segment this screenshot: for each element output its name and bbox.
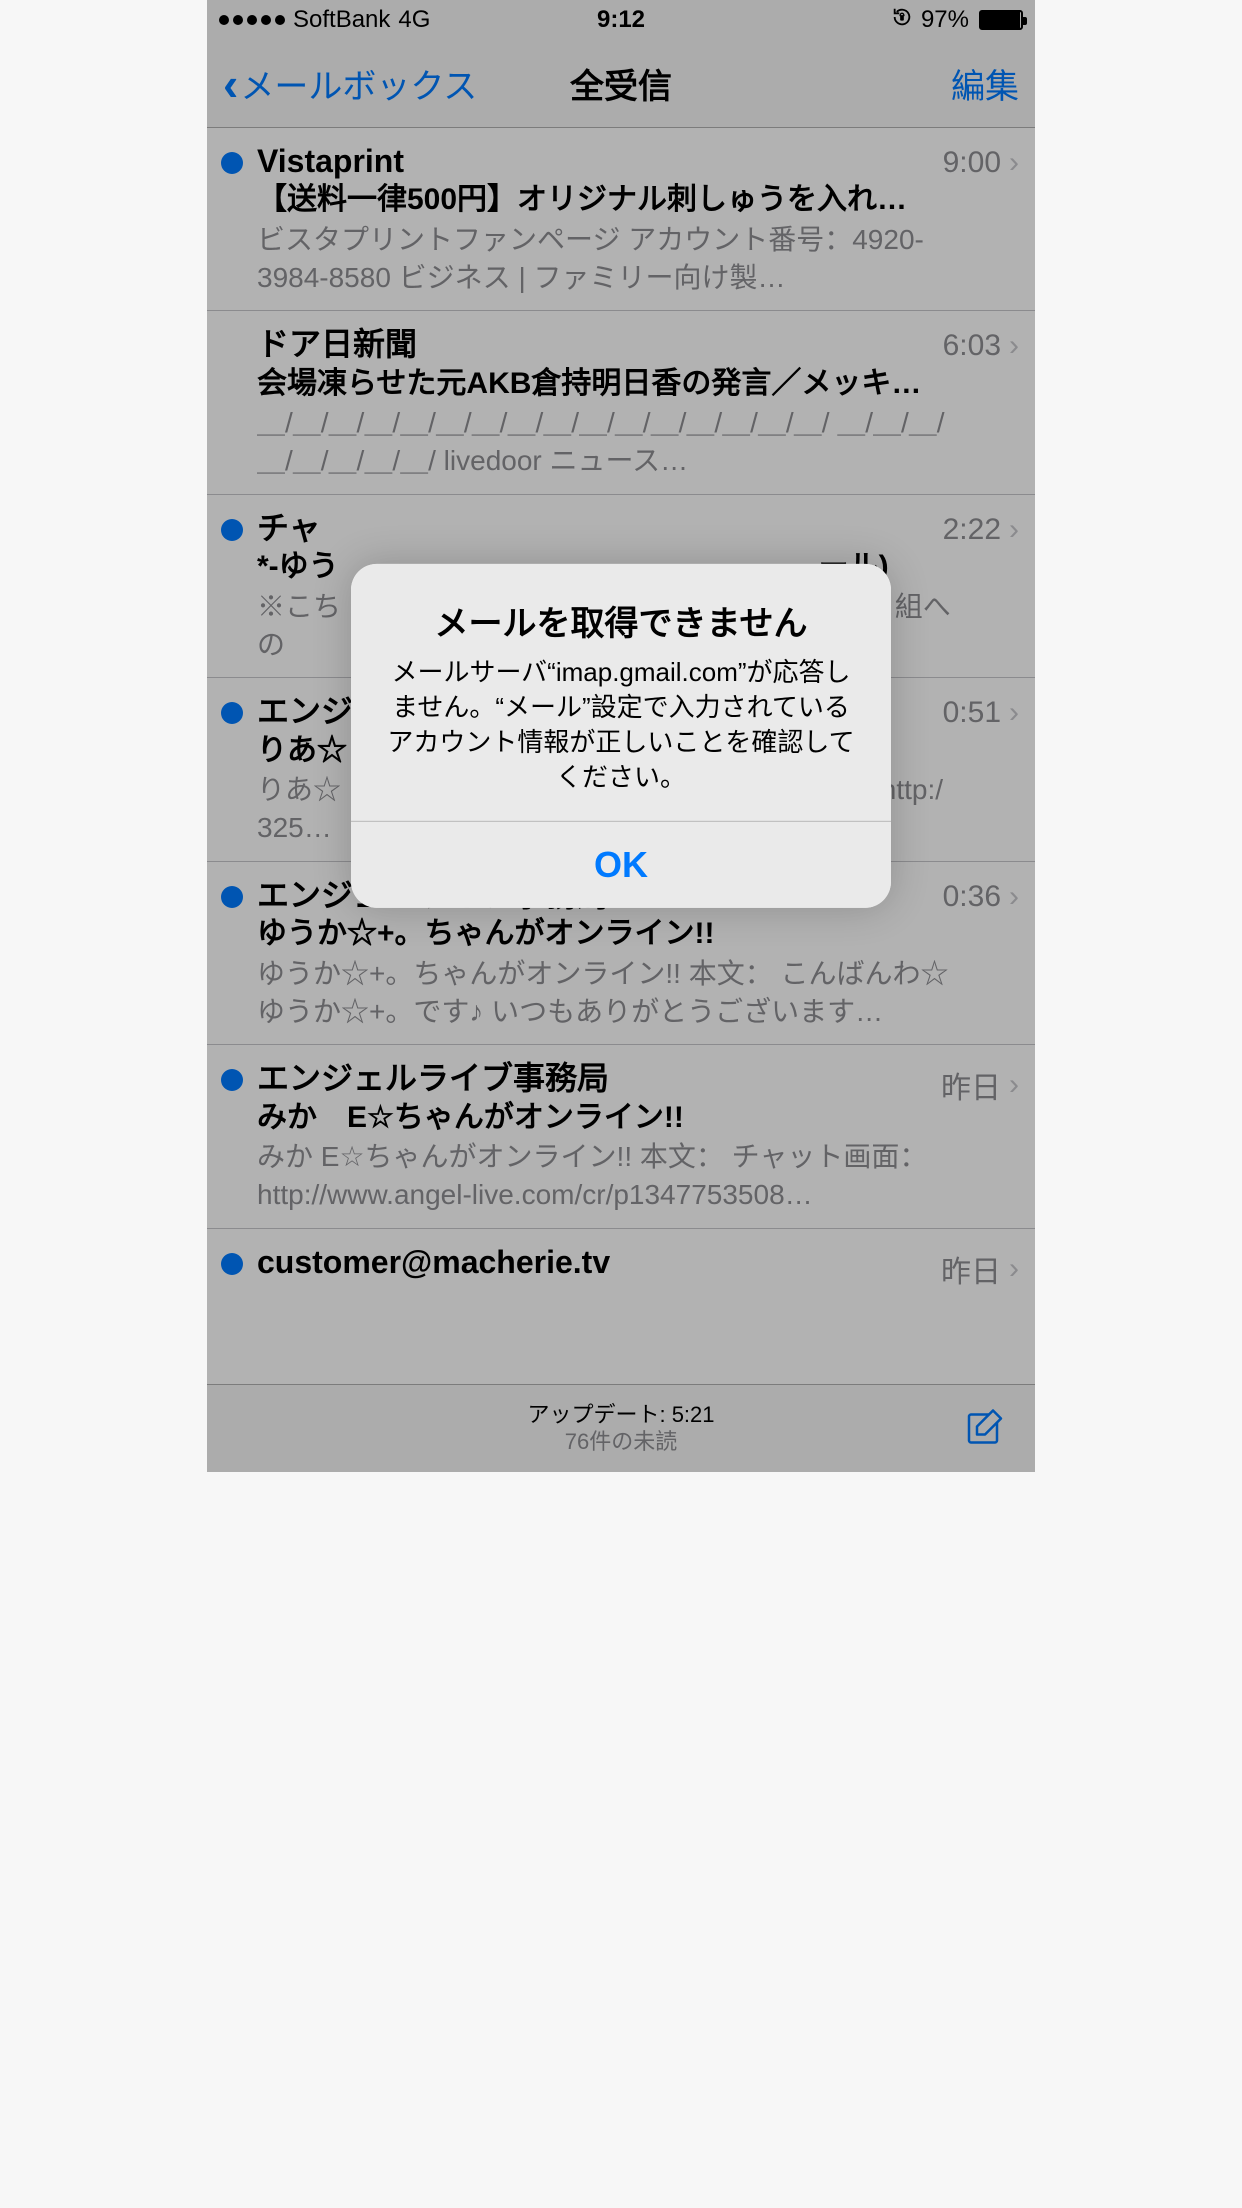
- error-alert: メールを取得できません メールサーバ“imap.gmail.com”が応答しませ…: [351, 564, 891, 908]
- alert-title: メールを取得できません: [381, 596, 861, 645]
- alert-message: メールサーバ“imap.gmail.com”が応答しません。“メール”設定で入力…: [381, 655, 861, 795]
- mail-app-screen: SoftBank 4G 9:12 97% ‹ メールボックス 全受信 編集: [207, 0, 1035, 1472]
- alert-ok-button[interactable]: OK: [351, 821, 891, 908]
